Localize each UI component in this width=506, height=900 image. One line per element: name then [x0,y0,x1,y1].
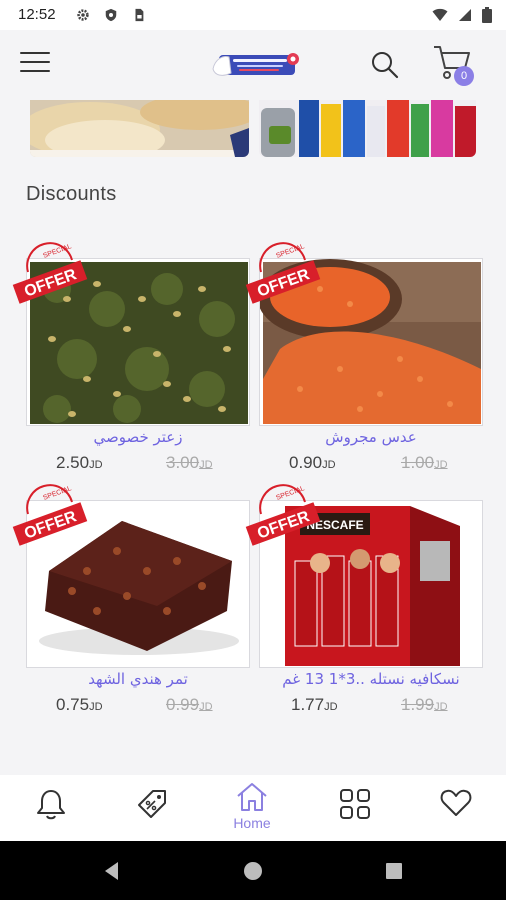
product-name[interactable]: تمر هندي الشهد [26,670,250,688]
cart-button[interactable]: 0 [432,44,476,86]
bottom-navigation: Home [0,775,506,841]
battery-icon [482,7,492,23]
nav-categories[interactable] [325,787,385,837]
hamburger-menu-icon[interactable] [20,52,50,76]
nav-offers[interactable] [122,787,182,837]
special-offer-badge: SPECIAL OFFER [12,242,88,304]
nav-home-label: Home [233,815,271,831]
product-old-price: 0.99JD [166,695,213,714]
product-name[interactable]: عدس مجروش [259,428,483,446]
status-bar: 12:52 [0,0,506,30]
cart-count-badge: 0 [454,66,474,86]
product-old-price: 1.00JD [401,453,448,472]
product-name[interactable]: زعتر خصوصي [26,428,250,446]
shield-icon [105,8,117,22]
product-price: 0.90JD [289,453,336,472]
store-logo [212,53,299,76]
product-price: 2.50JD [56,453,103,472]
special-offer-badge: SPECIAL OFFER [245,484,321,546]
home-circle-icon[interactable] [241,859,265,883]
product-old-price: 1.99JD [401,695,448,714]
status-time: 12:52 [18,6,56,23]
grid-icon [340,789,370,819]
heart-icon [440,789,472,816]
discount-tag-icon [138,790,166,818]
search-icon[interactable] [370,50,400,80]
nav-favorites[interactable] [426,787,486,837]
bell-icon [37,790,65,820]
recents-square-icon[interactable] [382,859,406,883]
app-header: 0 [0,30,506,100]
home-icon [237,783,267,811]
main-content: Discounts SPECIAL OFFER زعتر خصوصي 2.50J… [0,100,506,775]
signal-icon [459,9,471,21]
product-old-price: 3.00JD [166,453,213,472]
wifi-icon [432,8,448,21]
section-title: Discounts [26,183,117,205]
special-offer-badge: SPECIAL OFFER [12,484,88,546]
category-bakery-image[interactable] [30,100,249,157]
product-name[interactable]: نسكافيه نستله ..3*1 13 غم [259,670,483,688]
category-strip [0,100,506,158]
system-navigation-bar [0,841,506,900]
category-cleaning-image[interactable] [259,100,476,157]
settings-gear-icon [77,9,89,21]
back-icon[interactable] [100,859,124,883]
product-price: 0.75JD [56,695,103,714]
special-offer-badge: SPECIAL OFFER [245,242,321,304]
sim-card-icon [135,8,144,22]
nav-home[interactable]: Home [222,781,282,831]
product-price: 1.77JD [291,695,338,714]
nav-notifications[interactable] [21,787,81,837]
